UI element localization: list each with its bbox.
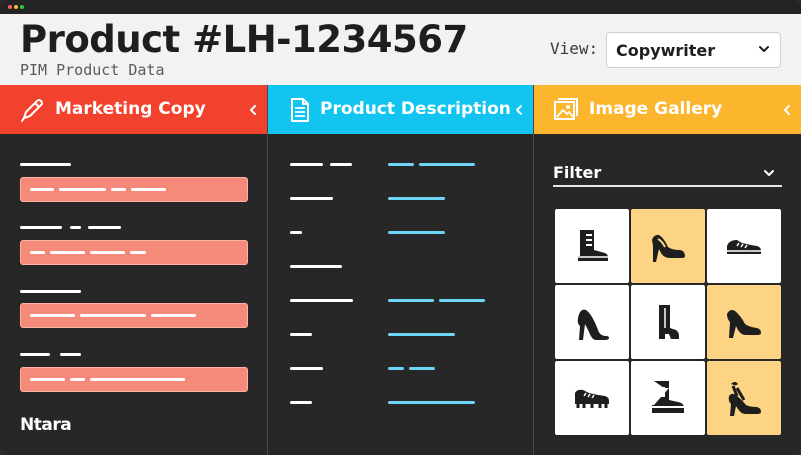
- minimize-dot-icon[interactable]: [14, 5, 18, 9]
- filter-underline: [553, 185, 782, 187]
- product-description-header[interactable]: Product Description: [268, 85, 533, 134]
- field-label: [20, 163, 71, 166]
- gallery-tile[interactable]: [555, 209, 629, 283]
- gallery-tile[interactable]: [631, 361, 705, 435]
- pump-icon: [727, 310, 761, 338]
- copy-field[interactable]: [20, 367, 248, 392]
- chevron-left-icon[interactable]: [513, 103, 525, 117]
- heel-icon: [652, 234, 685, 262]
- ankle-boot-icon: [659, 305, 679, 339]
- copy-field[interactable]: [20, 177, 248, 202]
- page-header: Product #LH-1234567 PIM Product Data Vie…: [0, 14, 801, 85]
- field-label: [70, 226, 81, 229]
- image-gallery-header[interactable]: Image Gallery: [534, 85, 801, 134]
- field-label: [20, 353, 50, 356]
- page-subtitle: PIM Product Data: [20, 61, 165, 79]
- app-window: Product #LH-1234567 PIM Product Data Vie…: [0, 0, 801, 455]
- copy-field[interactable]: [20, 303, 248, 328]
- pump-icon: [577, 309, 609, 340]
- marketing-copy-title: Marketing Copy: [55, 99, 206, 119]
- chevron-left-icon[interactable]: [781, 103, 793, 117]
- image-gallery-panel: Image Gallery Filter: [534, 85, 801, 455]
- field-label: [20, 226, 62, 229]
- sneaker-icon: [727, 240, 761, 254]
- boot-icon: [578, 230, 608, 261]
- gallery-tile[interactable]: [707, 361, 781, 435]
- chevron-left-icon[interactable]: [247, 103, 259, 117]
- marketing-copy-header[interactable]: Marketing Copy: [0, 85, 267, 134]
- field-label: [20, 290, 81, 293]
- gallery-tile[interactable]: [707, 209, 781, 283]
- strappy-heel-icon: [728, 382, 761, 416]
- view-select[interactable]: Copywriter: [606, 32, 781, 68]
- chevron-down-icon: [764, 170, 774, 176]
- maximize-dot-icon[interactable]: [20, 5, 24, 9]
- product-description-title: Product Description: [320, 99, 511, 119]
- page-title: Product #LH-1234567: [20, 18, 468, 61]
- gallery-tile[interactable]: [555, 285, 629, 359]
- view-select-value: Copywriter: [616, 41, 716, 60]
- field-label: [60, 353, 81, 356]
- image-icon: [554, 98, 578, 120]
- filter-label: Filter: [553, 163, 602, 182]
- gallery-tile[interactable]: [631, 209, 705, 283]
- product-description-panel: Product Description: [268, 85, 533, 455]
- chevron-down-icon: [759, 46, 769, 52]
- copy-field[interactable]: [20, 240, 248, 265]
- document-icon: [291, 98, 309, 122]
- close-dot-icon[interactable]: [8, 5, 12, 9]
- field-label: [88, 226, 121, 229]
- ntara-logo: Ntara: [20, 415, 72, 435]
- hiking-boot-icon: [652, 381, 684, 413]
- cleat-icon: [575, 389, 609, 408]
- image-gallery-title: Image Gallery: [589, 99, 723, 119]
- gallery-tile[interactable]: [707, 285, 781, 359]
- gallery-tile[interactable]: [631, 285, 705, 359]
- gallery-tile[interactable]: [555, 361, 629, 435]
- pen-icon: [21, 99, 43, 122]
- title-bar: [0, 0, 801, 14]
- view-label: View:: [550, 39, 599, 58]
- marketing-copy-panel: Marketing Copy Ntara: [0, 85, 267, 455]
